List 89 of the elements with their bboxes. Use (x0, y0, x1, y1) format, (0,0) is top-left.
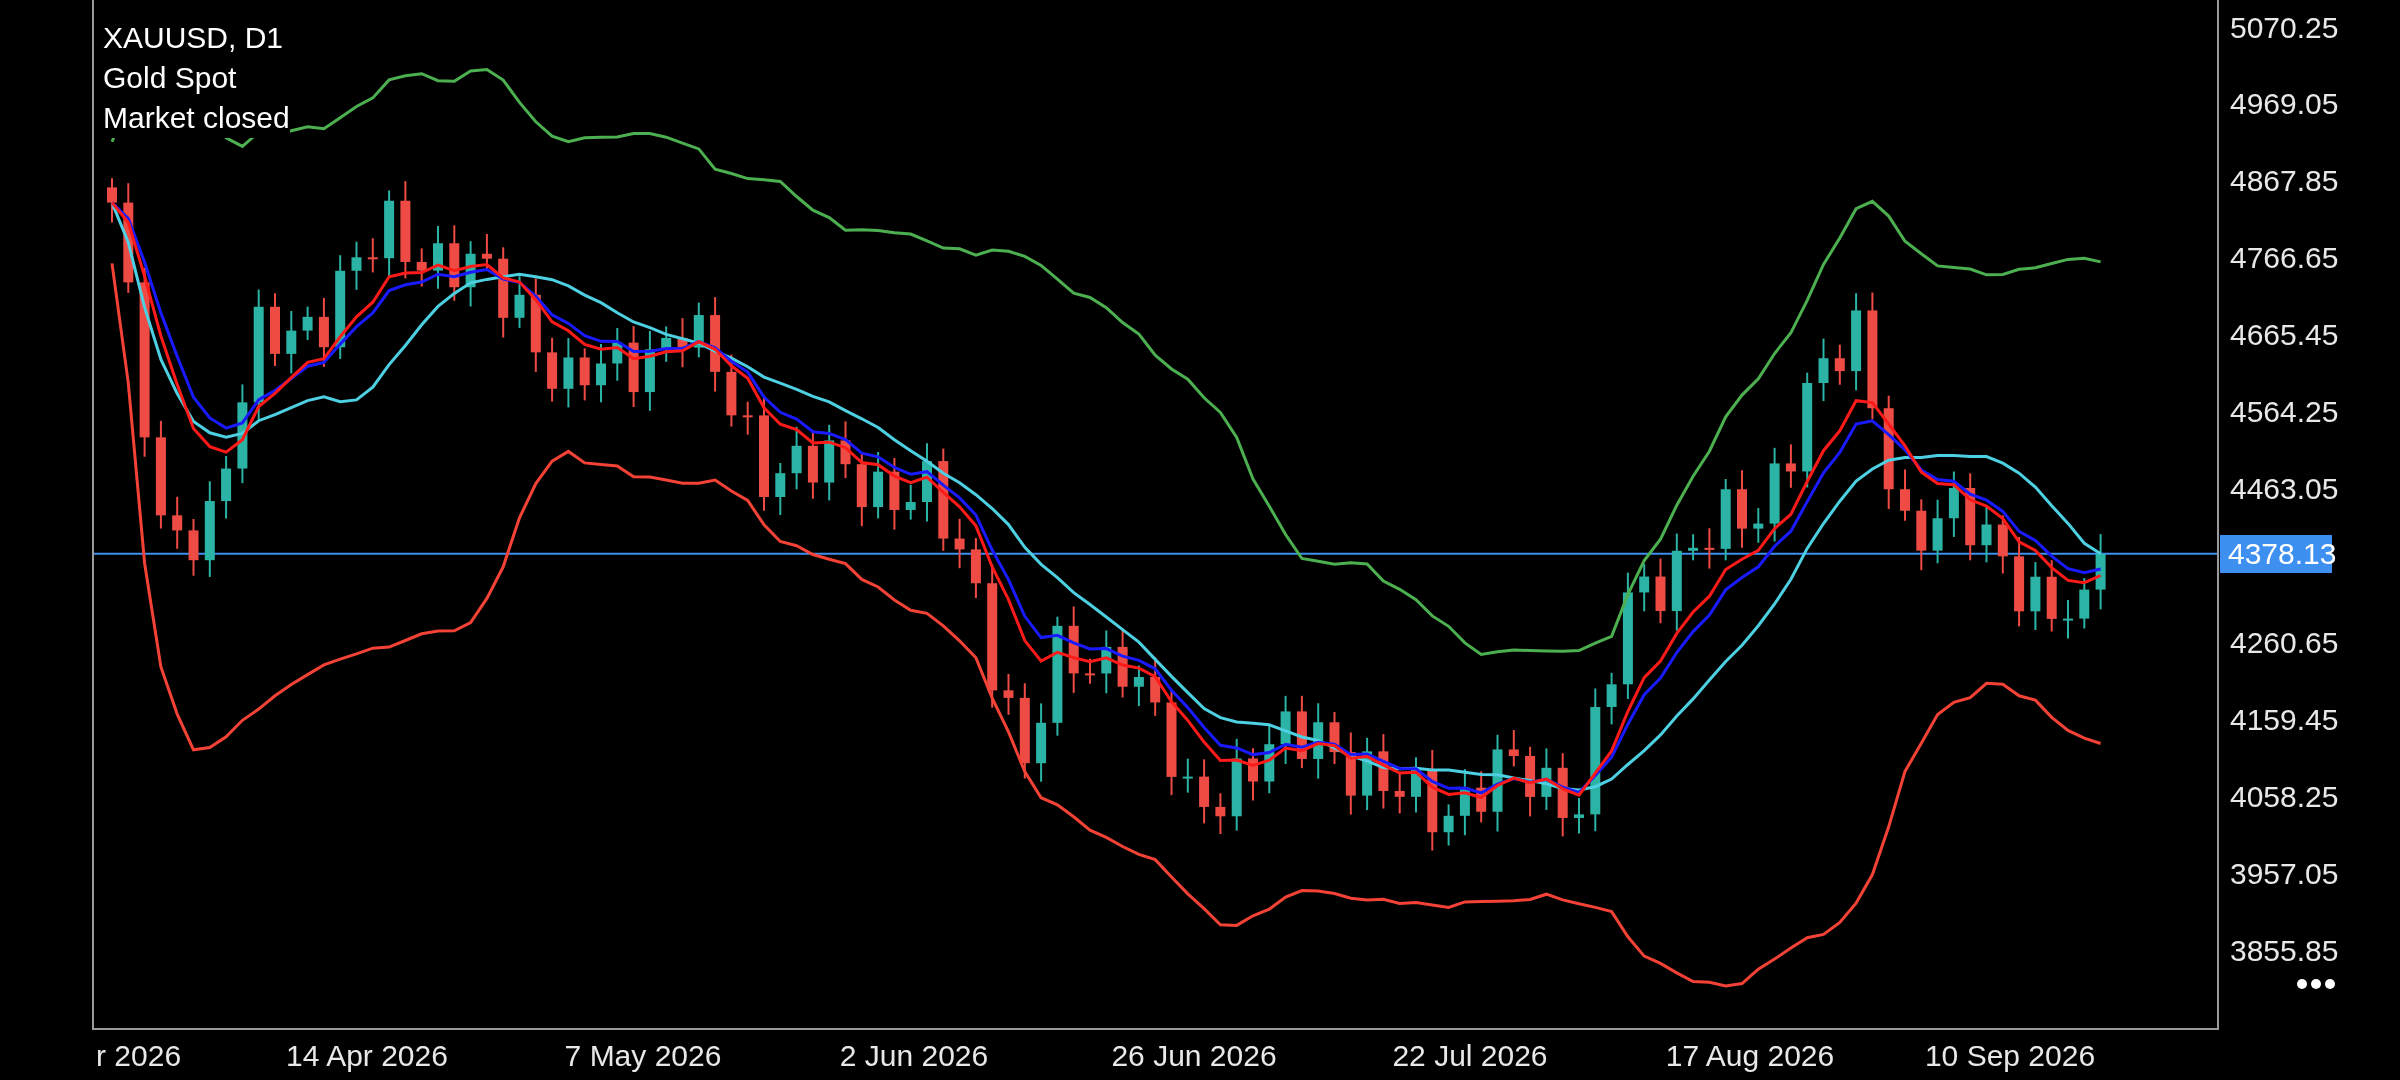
candlestick (2030, 561, 2041, 631)
candlestick (1248, 747, 1258, 802)
candlestick (677, 317, 688, 369)
price-axis-label: 4463.05 (2230, 471, 2339, 508)
candlestick (1834, 343, 1845, 386)
candlestick (1443, 803, 1454, 847)
more-icon[interactable] (2296, 978, 2336, 990)
price-axis-label: 4867.85 (2230, 163, 2339, 200)
price-axis-label: 5070.25 (2230, 9, 2339, 46)
price-axis-label: 4969.05 (2230, 86, 2339, 123)
candlestick (579, 347, 590, 402)
candlestick (1215, 792, 1226, 835)
candlestick (1997, 514, 2008, 575)
candlestick (1476, 770, 1487, 824)
candlestick (791, 425, 802, 491)
candlestick (1199, 758, 1210, 825)
candlestick (2079, 577, 2090, 630)
candlestick (661, 325, 672, 363)
candlestick (172, 495, 183, 550)
candlestick (693, 301, 704, 359)
date-axis-label: 26 Jun 2026 (1111, 1038, 1277, 1074)
candlestick (302, 305, 313, 341)
candlestick (1606, 671, 1617, 726)
candlestick (1753, 507, 1764, 544)
candlestick (873, 451, 884, 520)
candlestick (970, 537, 981, 600)
candlestick (1329, 710, 1340, 766)
candlestick (481, 233, 492, 271)
date-axis-label: r 2026 (96, 1038, 182, 1074)
date-axis-label: 14 Apr 2026 (286, 1038, 448, 1074)
candlestick (514, 275, 525, 329)
candlestick (1818, 337, 1829, 403)
date-axis-label: 7 May 2026 (564, 1038, 722, 1074)
candlestick (1101, 629, 1112, 695)
candlestick (1085, 657, 1095, 685)
candlestick (1459, 768, 1470, 837)
price-axis-label: 4058.25 (2230, 779, 2339, 816)
candlestick (318, 296, 329, 368)
candlestick (1003, 672, 1014, 716)
candlestick (2063, 599, 2073, 640)
candlestick (612, 327, 623, 382)
candlestick (465, 240, 476, 308)
price-axis-label: 4260.65 (2230, 625, 2339, 662)
candlestick (1182, 757, 1193, 794)
candlestick (1785, 443, 1796, 489)
price-axis-label: 3957.05 (2230, 856, 2339, 893)
price-axis-label: 4766.65 (2230, 240, 2339, 277)
candlestick (1655, 557, 1666, 625)
candlestick (775, 461, 786, 516)
candlestick (188, 518, 199, 577)
price-axis-label: 3855.85 (2230, 933, 2339, 970)
date-axis-label: 10 Sep 2026 (1924, 1038, 2096, 1074)
market-status: Market closed (103, 98, 290, 138)
candlestick (1541, 747, 1552, 811)
candlestick (547, 336, 558, 403)
candlestick (1264, 724, 1275, 795)
candlestick (1574, 796, 1584, 835)
candlestick (563, 337, 574, 409)
candlestick (1394, 772, 1405, 815)
candlestick (351, 240, 362, 291)
candlestick (596, 343, 606, 404)
price-axis-label: 4159.45 (2230, 702, 2339, 739)
candlestick (1900, 468, 1910, 522)
candlestick (1948, 470, 1959, 538)
candlestick (1639, 563, 1650, 613)
candlestick (1932, 498, 1943, 565)
candlestick (367, 237, 378, 274)
date-axis-label: 22 Jul 2026 (1392, 1038, 1548, 1074)
candlestick (1150, 656, 1161, 717)
candlestick (1704, 527, 1715, 570)
date-axis-label: 17 Aug 2026 (1665, 1038, 1835, 1074)
price-axis-label: 4564.25 (2230, 394, 2339, 431)
candlestick (1688, 533, 1699, 562)
candlestick (1411, 756, 1421, 814)
candlestick (1508, 729, 1519, 768)
instrument-description: Gold Spot (103, 58, 237, 98)
candlestick (433, 225, 443, 290)
candlestick (1133, 664, 1144, 708)
candlestick (954, 517, 965, 570)
candlestick (416, 247, 427, 288)
candlestick (840, 420, 851, 480)
candlestick (221, 455, 232, 520)
candlestick (905, 483, 916, 521)
candlestick (742, 400, 753, 436)
candlestick (107, 177, 117, 224)
candlestick (286, 310, 297, 375)
candlestick (1280, 694, 1291, 765)
price-axis-label: 4665.45 (2230, 317, 2339, 354)
date-axis-label: 2 Jun 2026 (839, 1038, 989, 1074)
